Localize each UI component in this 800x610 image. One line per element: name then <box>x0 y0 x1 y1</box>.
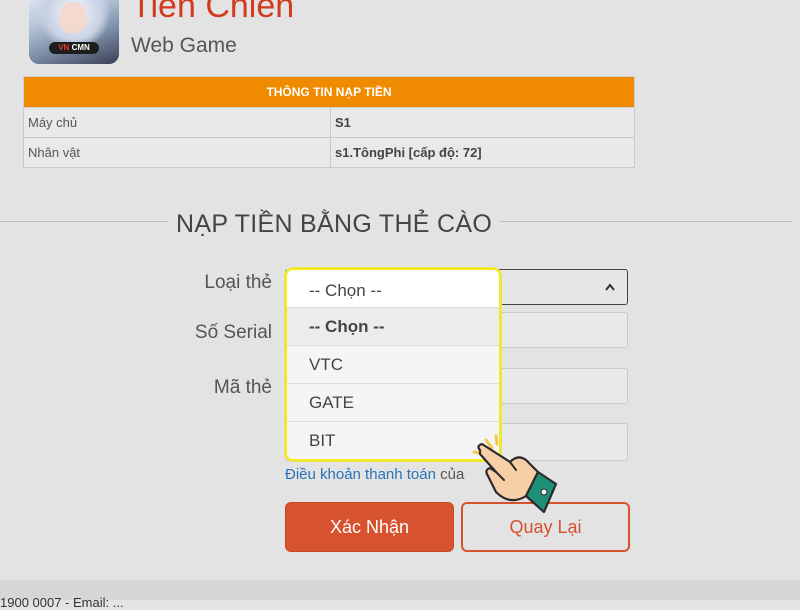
game-subtitle: Web Game <box>131 34 237 57</box>
character-value: s1.TôngPhi [cấp độ: 72] <box>330 137 635 168</box>
terms-suffix: của <box>435 466 465 483</box>
game-title: Tiên Chiến <box>131 0 295 25</box>
dropdown-option-vtc[interactable]: VTC <box>287 346 499 384</box>
dropdown-option-choose[interactable]: -- Chọn -- <box>287 308 499 346</box>
dropdown-option-gate[interactable]: GATE <box>287 384 499 422</box>
pointing-hand-icon <box>466 432 566 522</box>
table-header-row: THÔNG TIN NẠP TIỀN <box>23 76 635 108</box>
table-row: Nhân vật s1.TôngPhi [cấp độ: 72] <box>23 137 635 168</box>
section-title: NẠP TIỀN BẰNG THẺ CÀO <box>168 207 501 241</box>
logo-brand-badge: VN CMN <box>49 42 99 54</box>
server-label: Máy chủ <box>23 107 331 138</box>
terms-line: Điều khoản thanh toán của <box>285 466 464 483</box>
game-logo: VN CMN <box>29 0 119 64</box>
card-type-label: Loại thẻ <box>204 272 272 293</box>
character-label: Nhân vật <box>23 137 331 168</box>
card-code-label: Mã thẻ <box>213 377 272 398</box>
footer-contact: 1900 0007 - Email: ... <box>0 595 124 610</box>
logo-character-face <box>59 2 87 34</box>
terms-link[interactable]: Điều khoản thanh toán <box>285 466 436 483</box>
table-heading: THÔNG TIN NẠP TIỀN <box>23 76 635 108</box>
confirm-button[interactable]: Xác Nhận <box>285 502 454 552</box>
table-row: Máy chủ S1 <box>23 107 635 138</box>
chevron-up-icon <box>605 279 615 294</box>
serial-label: Số Serial <box>194 322 272 343</box>
select-current-value[interactable]: -- Chọn -- <box>287 270 499 308</box>
server-value: S1 <box>330 107 635 138</box>
payment-info-table: THÔNG TIN NẠP TIỀN Máy chủ S1 Nhân vật s… <box>23 76 635 168</box>
